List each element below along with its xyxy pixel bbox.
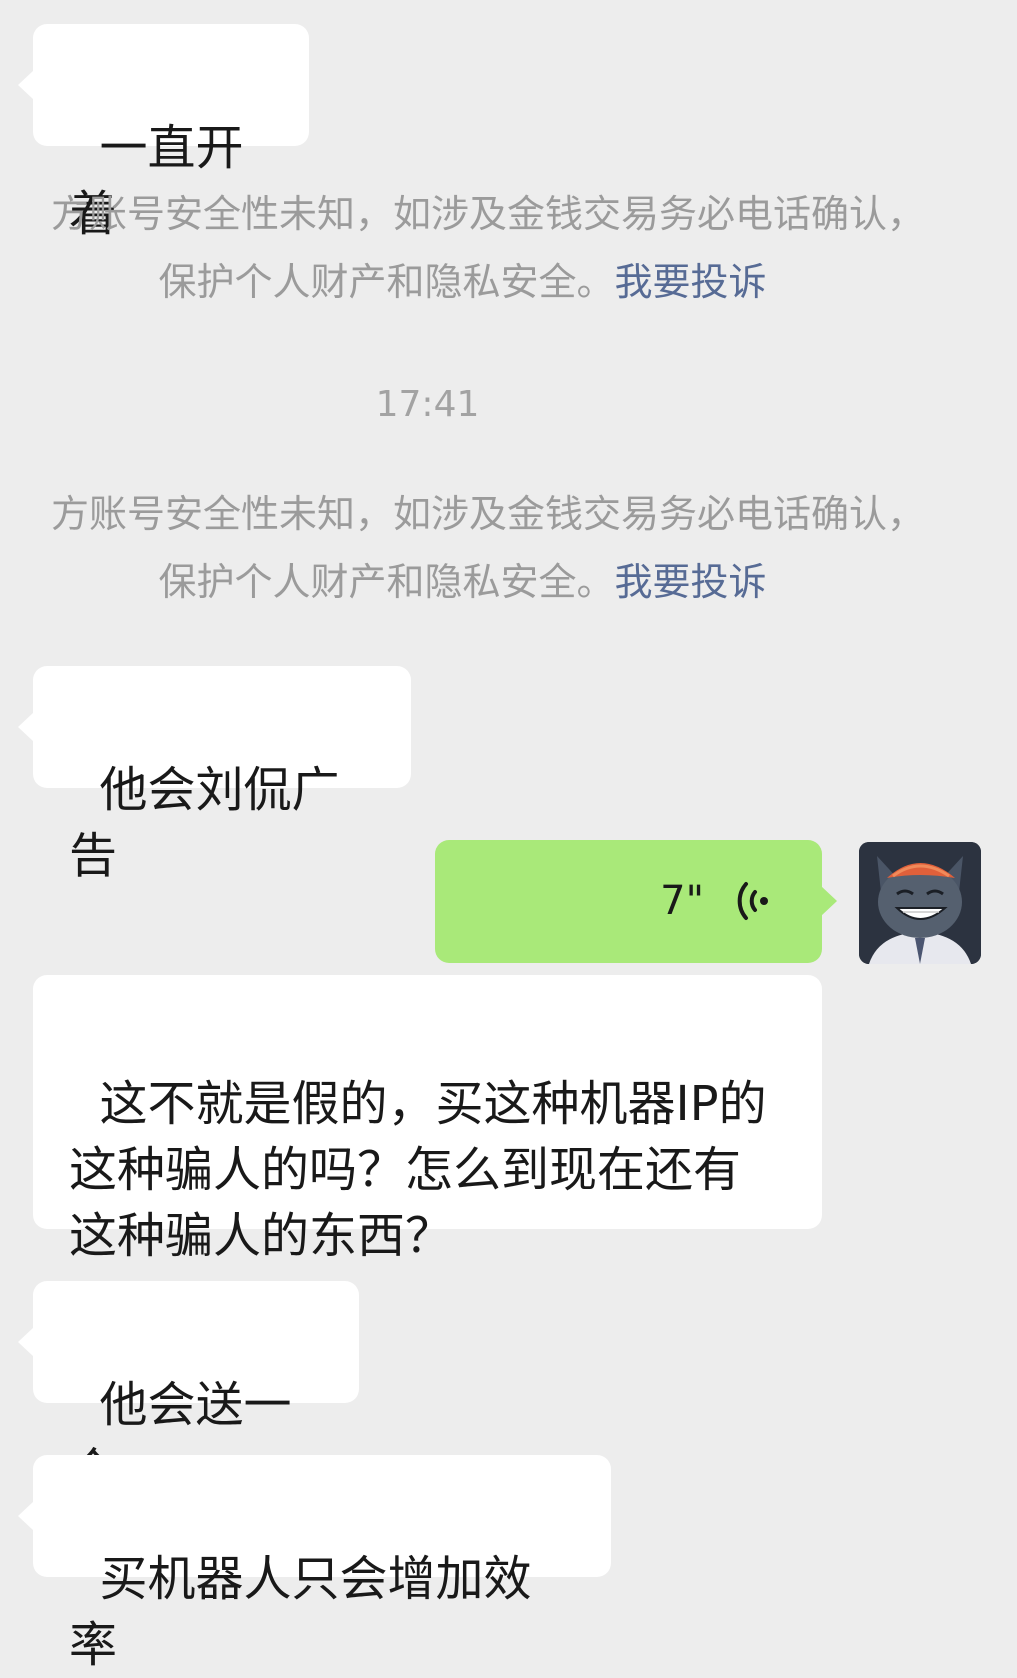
message-bubble-incoming[interactable]: 买机器人只会增加效率 [18,1455,611,1673]
notice-text-line1: 方账号安全性未知，如涉及金钱交易务必电话确认， [50,492,925,536]
user-avatar[interactable] [859,842,981,964]
voice-wave-icon [737,882,768,920]
message-bubble-incoming[interactable]: 这不就是假的，买这种机器IP的 这种骗人的吗？怎么到现在还有 这种骗人的东西？ [33,975,822,1264]
notice-text-line1: 方账号安全性未知，如涉及金钱交易务必电话确认， [50,192,925,236]
message-text: 买机器人只会增加效率 [69,1551,532,1673]
avatar-image [859,842,981,964]
voice-message-bubble[interactable]: 7" [435,840,837,963]
notice-text-line2: 保护个人财产和隐私安全。 [158,560,615,604]
notice-text-line2: 保护个人财产和隐私安全。 [158,260,615,304]
message-text: 这不就是假的，买这种机器IP的 这种骗人的吗？怎么到现在还有 这种骗人的东西？ [69,1076,767,1264]
security-notice: 方账号安全性未知，如涉及金钱交易务必电话确认， 保护个人财产和隐私安全。我要投诉 [0,180,925,316]
report-link[interactable]: 我要投诉 [615,260,767,304]
message-timestamp: 17:41 [375,384,480,425]
voice-duration: 7" [660,878,704,924]
security-notice: 方账号安全性未知，如涉及金钱交易务必电话确认， 保护个人财产和隐私安全。我要投诉 [0,480,925,616]
message-bubble-incoming[interactable]: 一直开着 [18,24,309,242]
report-link[interactable]: 我要投诉 [615,560,767,604]
message-text: 他会刘侃广告 [69,762,340,884]
message-bubble-incoming[interactable]: 他会送一个 [18,1281,359,1499]
message-bubble-incoming[interactable]: 他会刘侃广告 [18,666,411,884]
